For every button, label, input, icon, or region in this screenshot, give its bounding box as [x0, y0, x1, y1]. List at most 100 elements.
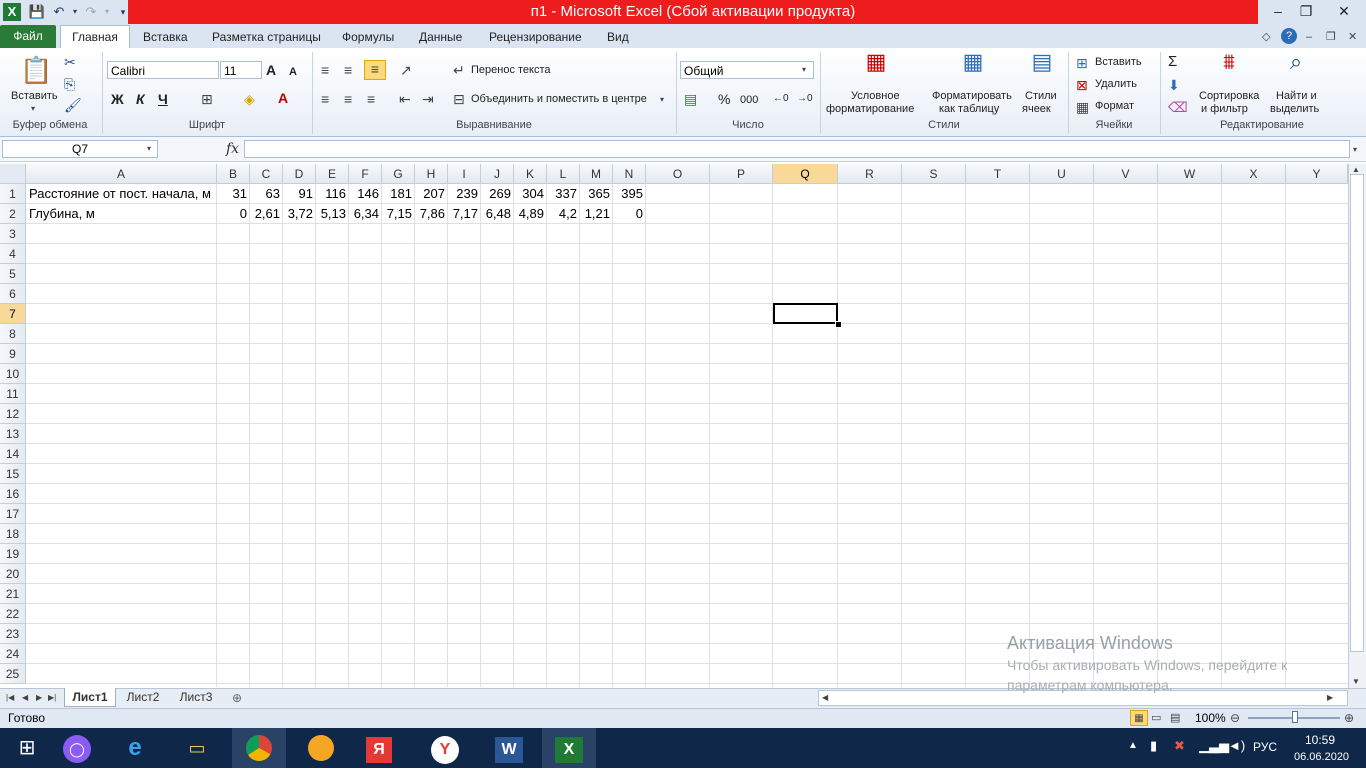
- column-header-T[interactable]: T: [966, 164, 1030, 184]
- bold-button[interactable]: Ж: [111, 91, 124, 107]
- column-header-F[interactable]: F: [349, 164, 382, 184]
- column-header-N[interactable]: N: [613, 164, 646, 184]
- clock-time[interactable]: 10:59: [1305, 733, 1335, 747]
- tab-home[interactable]: Главная: [60, 25, 130, 49]
- tray-expand-icon[interactable]: ▲: [1128, 740, 1138, 751]
- insert-sheet-icon[interactable]: ⊕: [232, 690, 242, 706]
- font-color-icon[interactable]: A: [278, 90, 288, 106]
- merge-center-icon[interactable]: ⊟: [453, 91, 465, 107]
- expand-formula-bar-icon[interactable]: ▾: [1353, 145, 1357, 154]
- delete-cells-icon[interactable]: ⊠: [1076, 77, 1088, 93]
- column-header-P[interactable]: P: [710, 164, 773, 184]
- wrap-text-button[interactable]: Перенос текста: [471, 64, 551, 76]
- yandex-browser-icon[interactable]: Y: [418, 728, 472, 768]
- name-box[interactable]: Q7: [2, 140, 158, 158]
- restore-button[interactable]: ❐: [1288, 0, 1324, 22]
- column-header-O[interactable]: O: [646, 164, 710, 184]
- copy-icon[interactable]: ⎘: [64, 76, 75, 92]
- network-warning-icon[interactable]: ✖: [1174, 738, 1185, 754]
- scroll-left-icon[interactable]: ◀: [822, 693, 828, 702]
- column-header-R[interactable]: R: [838, 164, 902, 184]
- tab-data[interactable]: Данные: [419, 26, 462, 48]
- column-header-W[interactable]: W: [1158, 164, 1222, 184]
- row-header-8[interactable]: 8: [0, 324, 26, 344]
- wrap-text-icon[interactable]: ↵: [453, 62, 465, 78]
- cell-D2[interactable]: 3,72: [283, 204, 316, 224]
- row-header-4[interactable]: 4: [0, 244, 26, 264]
- workbook-minimize-icon[interactable]: –: [1306, 29, 1312, 45]
- file-explorer-icon[interactable]: ▭: [170, 728, 224, 768]
- excel-app-icon[interactable]: X: [3, 3, 21, 21]
- cell-L1[interactable]: 337: [547, 184, 580, 204]
- row-header-15[interactable]: 15: [0, 464, 26, 484]
- column-header-L[interactable]: L: [547, 164, 580, 184]
- row-header-2[interactable]: 2: [0, 204, 26, 224]
- scroll-right-icon[interactable]: ▶: [1327, 693, 1333, 702]
- language-indicator[interactable]: РУС: [1253, 740, 1277, 754]
- yandex-icon[interactable]: Я: [352, 728, 406, 768]
- volume-icon[interactable]: ◄): [1228, 738, 1245, 753]
- paste-dropdown-icon[interactable]: ▾: [31, 104, 35, 113]
- number-format-combo[interactable]: Общий: [680, 61, 814, 79]
- row-header-21[interactable]: 21: [0, 584, 26, 604]
- column-header-K[interactable]: K: [514, 164, 547, 184]
- workbook-close-icon[interactable]: ✕: [1348, 29, 1357, 45]
- excel-taskbar-icon[interactable]: X: [542, 728, 596, 768]
- column-header-X[interactable]: X: [1222, 164, 1286, 184]
- cell-H2[interactable]: 7,86: [415, 204, 448, 224]
- cell-C2[interactable]: 2,61: [250, 204, 283, 224]
- battery-icon[interactable]: ▮: [1150, 738, 1157, 754]
- active-cell-Q7[interactable]: [773, 303, 838, 324]
- row-header-18[interactable]: 18: [0, 524, 26, 544]
- row-header-14[interactable]: 14: [0, 444, 26, 464]
- format-cells-icon[interactable]: ▦: [1076, 99, 1089, 115]
- thousands-button[interactable]: 000: [740, 92, 758, 108]
- zoom-out-icon[interactable]: ⊖: [1230, 710, 1240, 726]
- conditional-formatting-icon[interactable]: ▦: [860, 51, 892, 84]
- align-bottom-icon[interactable]: ≡: [364, 60, 386, 80]
- underline-button[interactable]: Ч: [158, 91, 168, 107]
- column-header-A[interactable]: A: [26, 164, 217, 184]
- merge-center-button[interactable]: Объединить и поместить в центре: [471, 93, 647, 105]
- cell-K1[interactable]: 304: [514, 184, 547, 204]
- find-select-icon[interactable]: ⌕: [1281, 51, 1311, 86]
- column-header-S[interactable]: S: [902, 164, 966, 184]
- italic-button[interactable]: К: [136, 91, 145, 107]
- column-header-G[interactable]: G: [382, 164, 415, 184]
- cell-K2[interactable]: 4,89: [514, 204, 547, 224]
- normal-view-icon[interactable]: ▦: [1130, 710, 1148, 726]
- cell-M1[interactable]: 365: [580, 184, 613, 204]
- next-sheet-icon[interactable]: ▶: [36, 693, 42, 702]
- paste-icon[interactable]: 📋: [20, 54, 52, 86]
- fill-icon[interactable]: ⬇: [1168, 77, 1180, 93]
- insert-cells-button[interactable]: Вставить: [1095, 56, 1142, 68]
- decrease-indent-icon[interactable]: ⇤: [399, 91, 411, 107]
- column-header-Q[interactable]: Q: [773, 164, 838, 184]
- help-icon[interactable]: ?: [1281, 28, 1297, 44]
- row-header-3[interactable]: 3: [0, 224, 26, 244]
- clear-icon[interactable]: ⌫: [1168, 99, 1188, 115]
- signal-icon[interactable]: ▁▃▅: [1199, 738, 1229, 754]
- align-right-icon[interactable]: ≡: [367, 91, 375, 107]
- yandex-shield-icon[interactable]: [294, 728, 348, 768]
- column-header-V[interactable]: V: [1094, 164, 1158, 184]
- column-header-C[interactable]: C: [250, 164, 283, 184]
- row-header-17[interactable]: 17: [0, 504, 26, 524]
- insert-cells-icon[interactable]: ⊞: [1076, 55, 1088, 71]
- sort-filter-label-2[interactable]: и фильтр: [1201, 103, 1248, 115]
- sheet-tab-2[interactable]: Лист2: [118, 688, 168, 707]
- select-all-button[interactable]: [0, 164, 26, 184]
- row-header-12[interactable]: 12: [0, 404, 26, 424]
- align-center-icon[interactable]: ≡: [344, 91, 352, 107]
- row-header-20[interactable]: 20: [0, 564, 26, 584]
- row-header-19[interactable]: 19: [0, 544, 26, 564]
- sort-filter-label-1[interactable]: Сортировка: [1199, 90, 1259, 102]
- sort-filter-icon[interactable]: ⩩: [1214, 51, 1244, 86]
- column-header-E[interactable]: E: [316, 164, 349, 184]
- cell-B2[interactable]: 0: [217, 204, 250, 224]
- format-as-table-label-1[interactable]: Форматировать: [932, 90, 1012, 102]
- cell-N1[interactable]: 395: [613, 184, 646, 204]
- cell-B1[interactable]: 31: [217, 184, 250, 204]
- scroll-up-icon[interactable]: ▲: [1352, 165, 1360, 174]
- cell-N2[interactable]: 0: [613, 204, 646, 224]
